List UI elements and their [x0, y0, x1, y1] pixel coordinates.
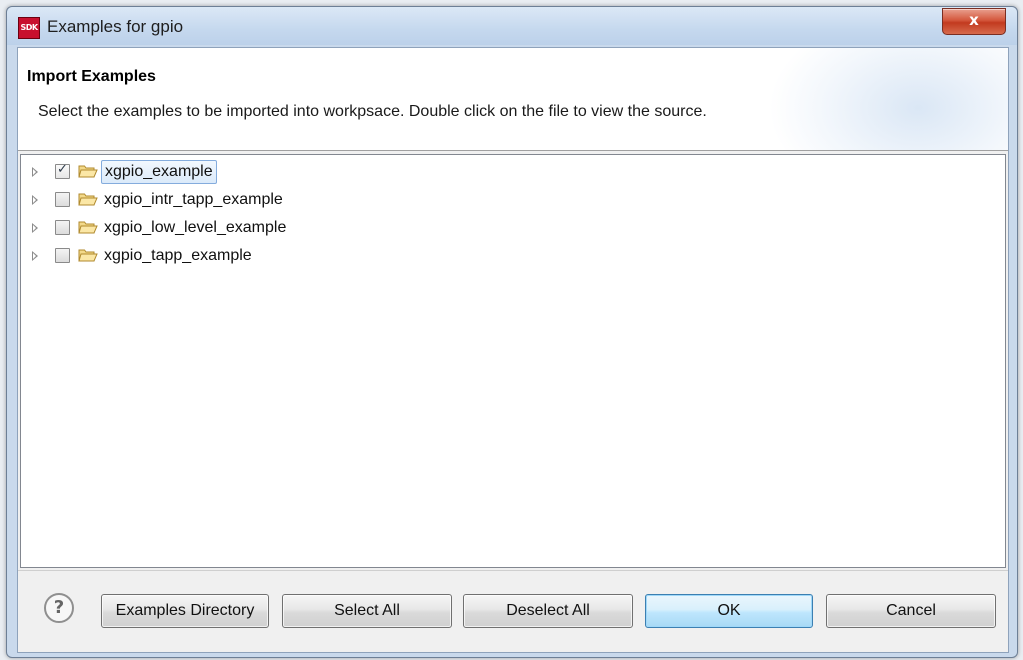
help-icon[interactable]: ?: [44, 593, 74, 623]
tree-item-label[interactable]: xgpio_intr_tapp_example: [101, 188, 286, 212]
footer-divider: [18, 570, 1008, 571]
folder-open-icon: [78, 193, 98, 206]
dialog-client-area: Import Examples Select the examples to b…: [17, 47, 1009, 653]
folder-open-icon: [78, 249, 98, 262]
header-description: Select the examples to be imported into …: [38, 103, 707, 120]
expand-arrow-icon[interactable]: [32, 251, 38, 261]
tree-item-label[interactable]: xgpio_example: [101, 160, 217, 184]
expand-arrow-icon[interactable]: [32, 223, 38, 233]
item-checkbox[interactable]: ✓: [55, 162, 70, 179]
wizard-header: Import Examples Select the examples to b…: [18, 48, 1008, 150]
folder-open-icon: [78, 165, 98, 178]
folder-open-icon: [78, 221, 98, 234]
tree-row[interactable]: xgpio_tapp_example: [21, 244, 1001, 270]
tree-row[interactable]: ✓ xgpio_example: [21, 160, 1001, 186]
expand-arrow-icon[interactable]: [32, 195, 38, 205]
dialog-window: SDK Examples for gpio x Import Examples …: [6, 6, 1018, 658]
title-bar[interactable]: SDK Examples for gpio x: [7, 7, 1017, 45]
item-checkbox[interactable]: [55, 220, 70, 235]
close-button[interactable]: x: [942, 8, 1006, 35]
item-checkbox[interactable]: [55, 192, 70, 207]
sdk-app-icon: SDK: [18, 17, 40, 39]
select-all-button[interactable]: Select All: [282, 594, 452, 628]
item-checkbox[interactable]: [55, 248, 70, 263]
expand-arrow-icon[interactable]: [32, 167, 38, 177]
cancel-button[interactable]: Cancel: [826, 594, 996, 628]
header-banner-graphic: [768, 48, 1008, 150]
deselect-all-button[interactable]: Deselect All: [463, 594, 633, 628]
tree-row[interactable]: xgpio_intr_tapp_example: [21, 188, 1001, 214]
ok-button[interactable]: OK: [645, 594, 813, 628]
examples-tree[interactable]: ✓ xgpio_example xgpio_intr_tapp_example: [20, 154, 1006, 568]
header-divider: [18, 150, 1008, 151]
tree-item-label[interactable]: xgpio_low_level_example: [101, 216, 289, 240]
window-title: Examples for gpio: [47, 17, 184, 36]
checkmark-icon: ✓: [57, 162, 68, 177]
tree-row[interactable]: xgpio_low_level_example: [21, 216, 1001, 242]
header-title: Import Examples: [27, 68, 156, 85]
tree-item-label[interactable]: xgpio_tapp_example: [101, 244, 255, 268]
examples-directory-button[interactable]: Examples Directory: [101, 594, 269, 628]
